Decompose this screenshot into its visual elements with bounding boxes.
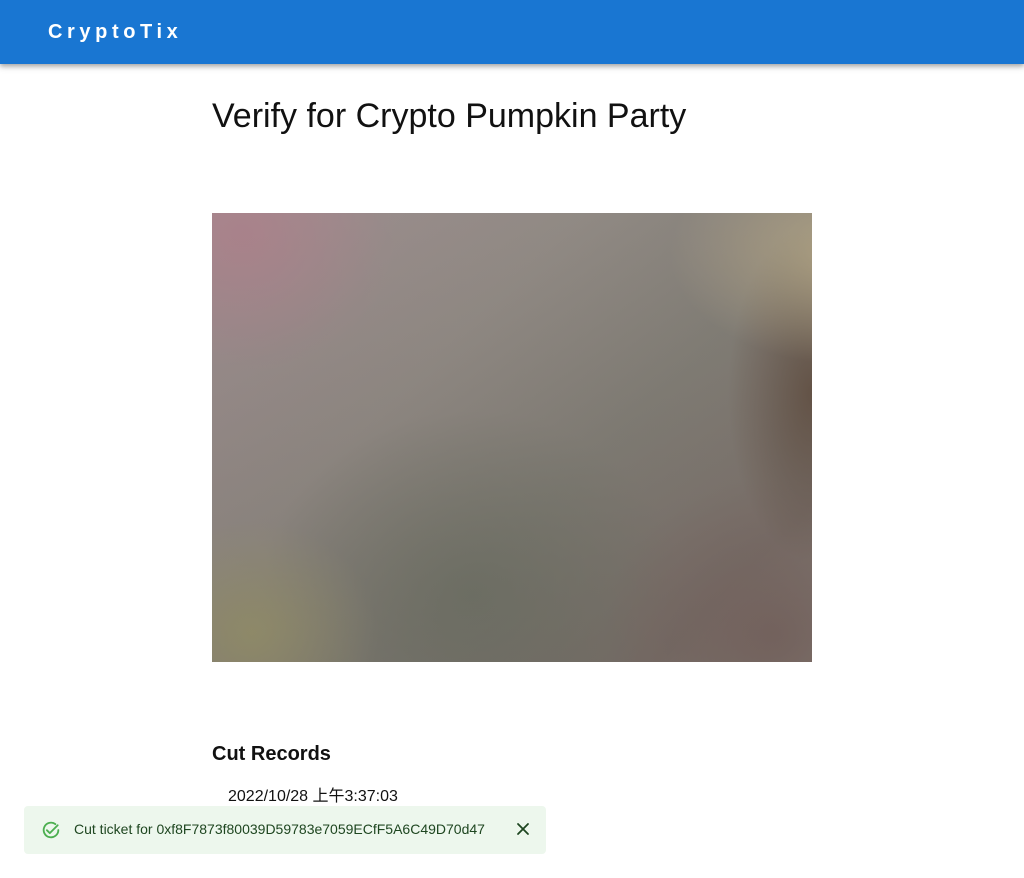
snackbar-message: Cut ticket for 0xf8F7873f80039D59783e705… [74,821,485,837]
close-icon [516,822,530,839]
snackbar-close-button[interactable] [510,817,536,843]
check-circle-icon [40,819,62,841]
qr-scanner-camera-feed[interactable] [212,213,812,662]
page-title: Verify for Crypto Pumpkin Party [212,97,687,135]
success-snackbar: Cut ticket for 0xf8F7873f80039D59783e705… [24,806,546,854]
cut-records-heading: Cut Records [212,743,331,765]
app-bar: CryptoTix [0,0,1024,64]
brand-logo-link[interactable]: CryptoTix [48,0,182,64]
